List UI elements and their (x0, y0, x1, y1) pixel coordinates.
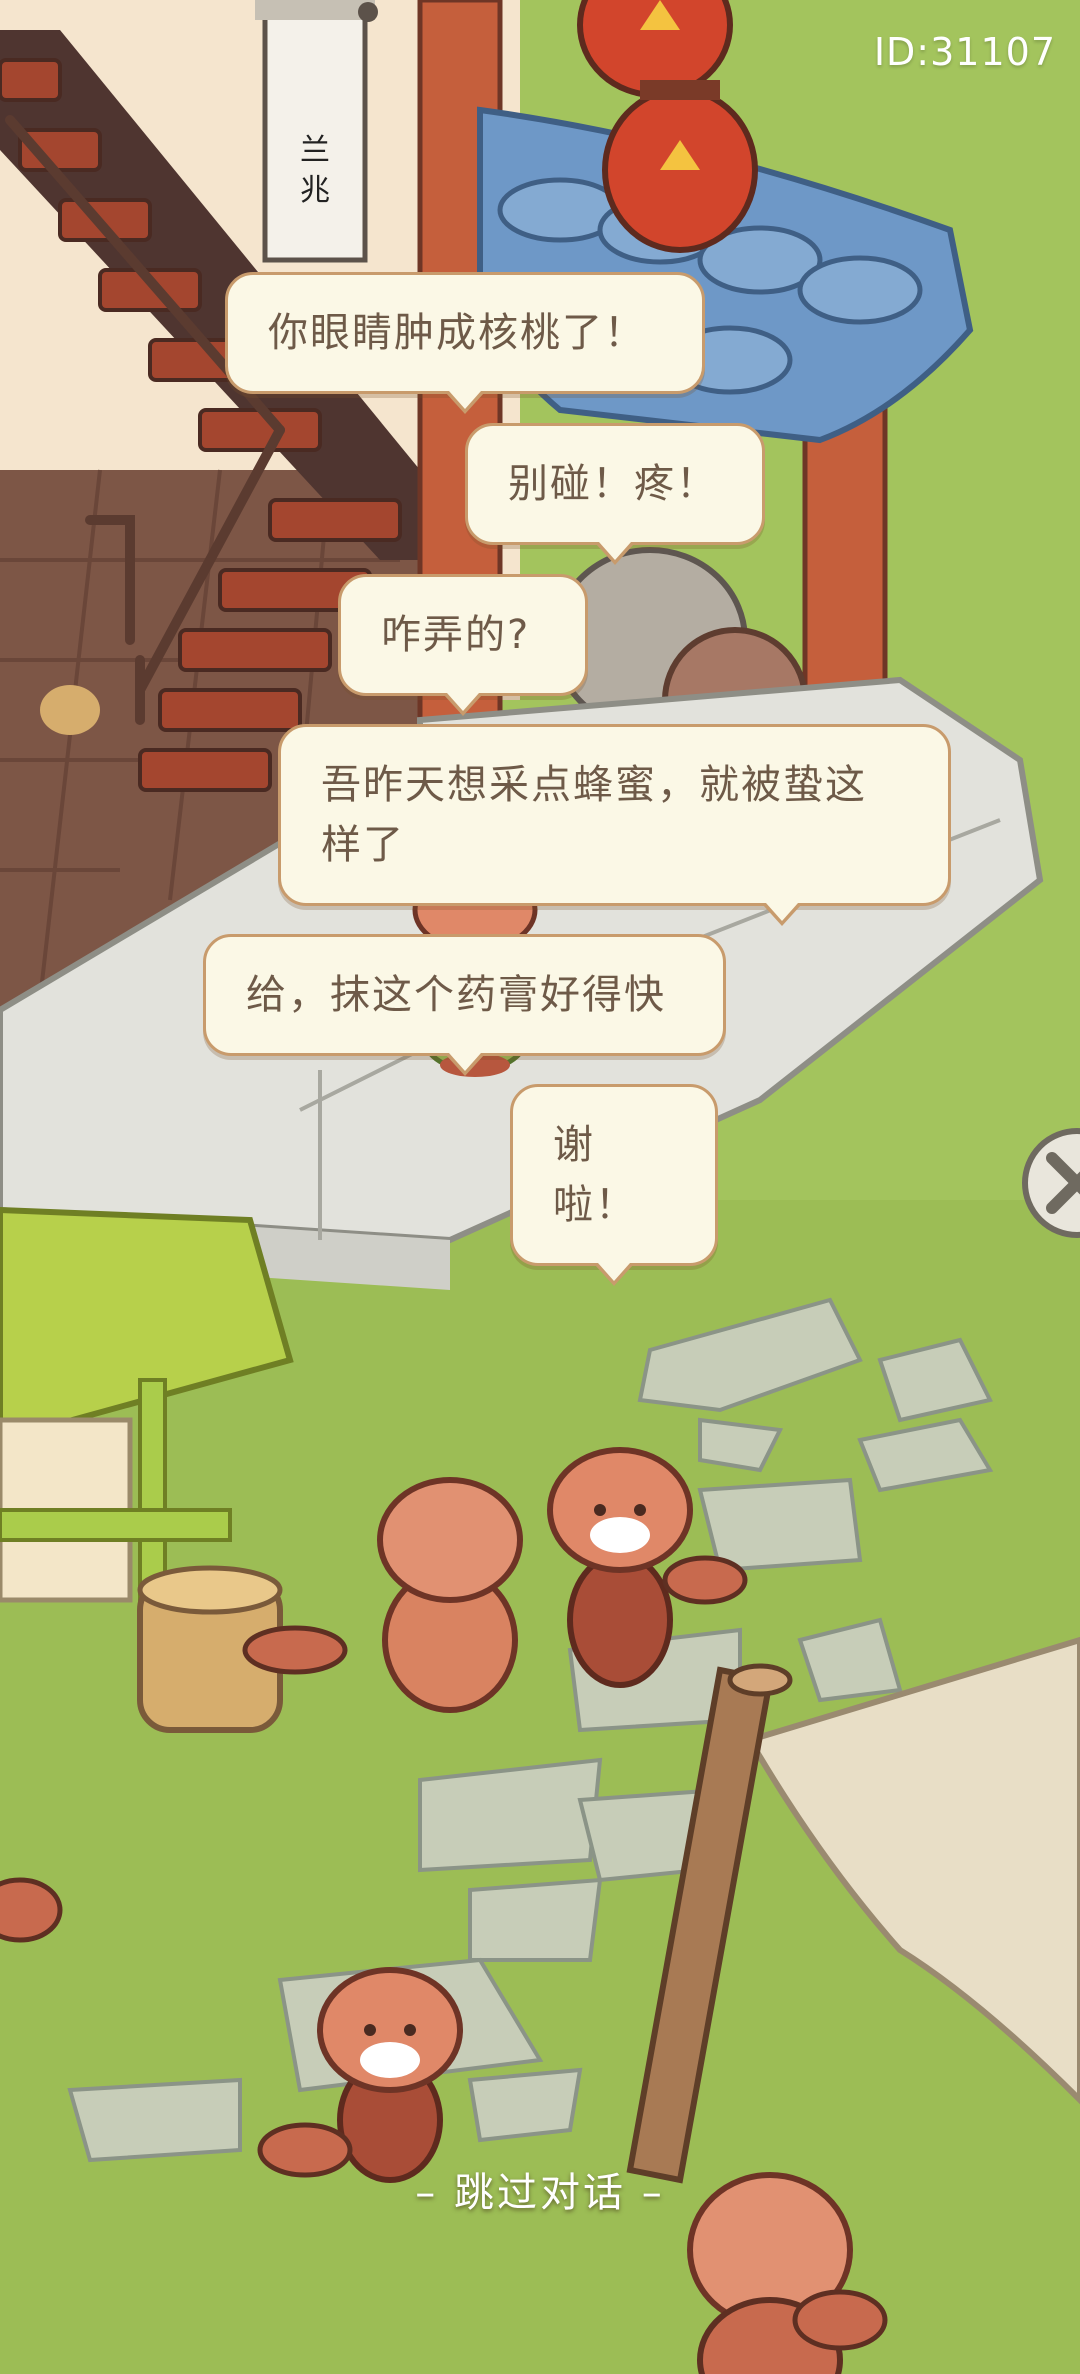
skip-dialogue-button[interactable]: – 跳过对话 – (0, 2160, 1080, 2218)
dialogue-bubble-6: 谢啦！ (510, 1084, 718, 1286)
dialogue-text-3: 咋弄的? (381, 612, 531, 658)
scroll-calligraphy-2: 兆 (300, 173, 330, 208)
close-icon (1046, 1152, 1080, 1214)
dialogue-bubble-4: 吾昨天想采点蜂蜜，就被蛰这样了 (278, 724, 951, 926)
scroll-calligraphy-1: 兰 (300, 133, 330, 168)
dialogue-bubble-3: 咋弄的? (338, 574, 588, 716)
dialogue-bubble-5: 给，抹这个药膏好得快 (203, 934, 726, 1076)
hanging-scroll: 兰 兆 (255, 0, 378, 263)
player-id-label: ID:31107 (873, 30, 1056, 74)
dialogue-text-6: 谢啦！ (553, 1122, 637, 1228)
dialogue-bubble-1: 你眼睛肿成核桃了！ (225, 272, 705, 414)
dialogue-text-4: 吾昨天想采点蜂蜜，就被蛰这样了 (321, 762, 867, 868)
dialogue-text-1: 你眼睛肿成核桃了！ (268, 310, 646, 356)
red-panda-left-edge (0, 1877, 63, 1943)
dialogue-bubble-2: 别碰！疼！ (465, 423, 765, 565)
dialogue-text-5: 给，抹这个药膏好得快 (246, 972, 666, 1018)
dialogue-text-2: 别碰！疼！ (508, 461, 718, 507)
